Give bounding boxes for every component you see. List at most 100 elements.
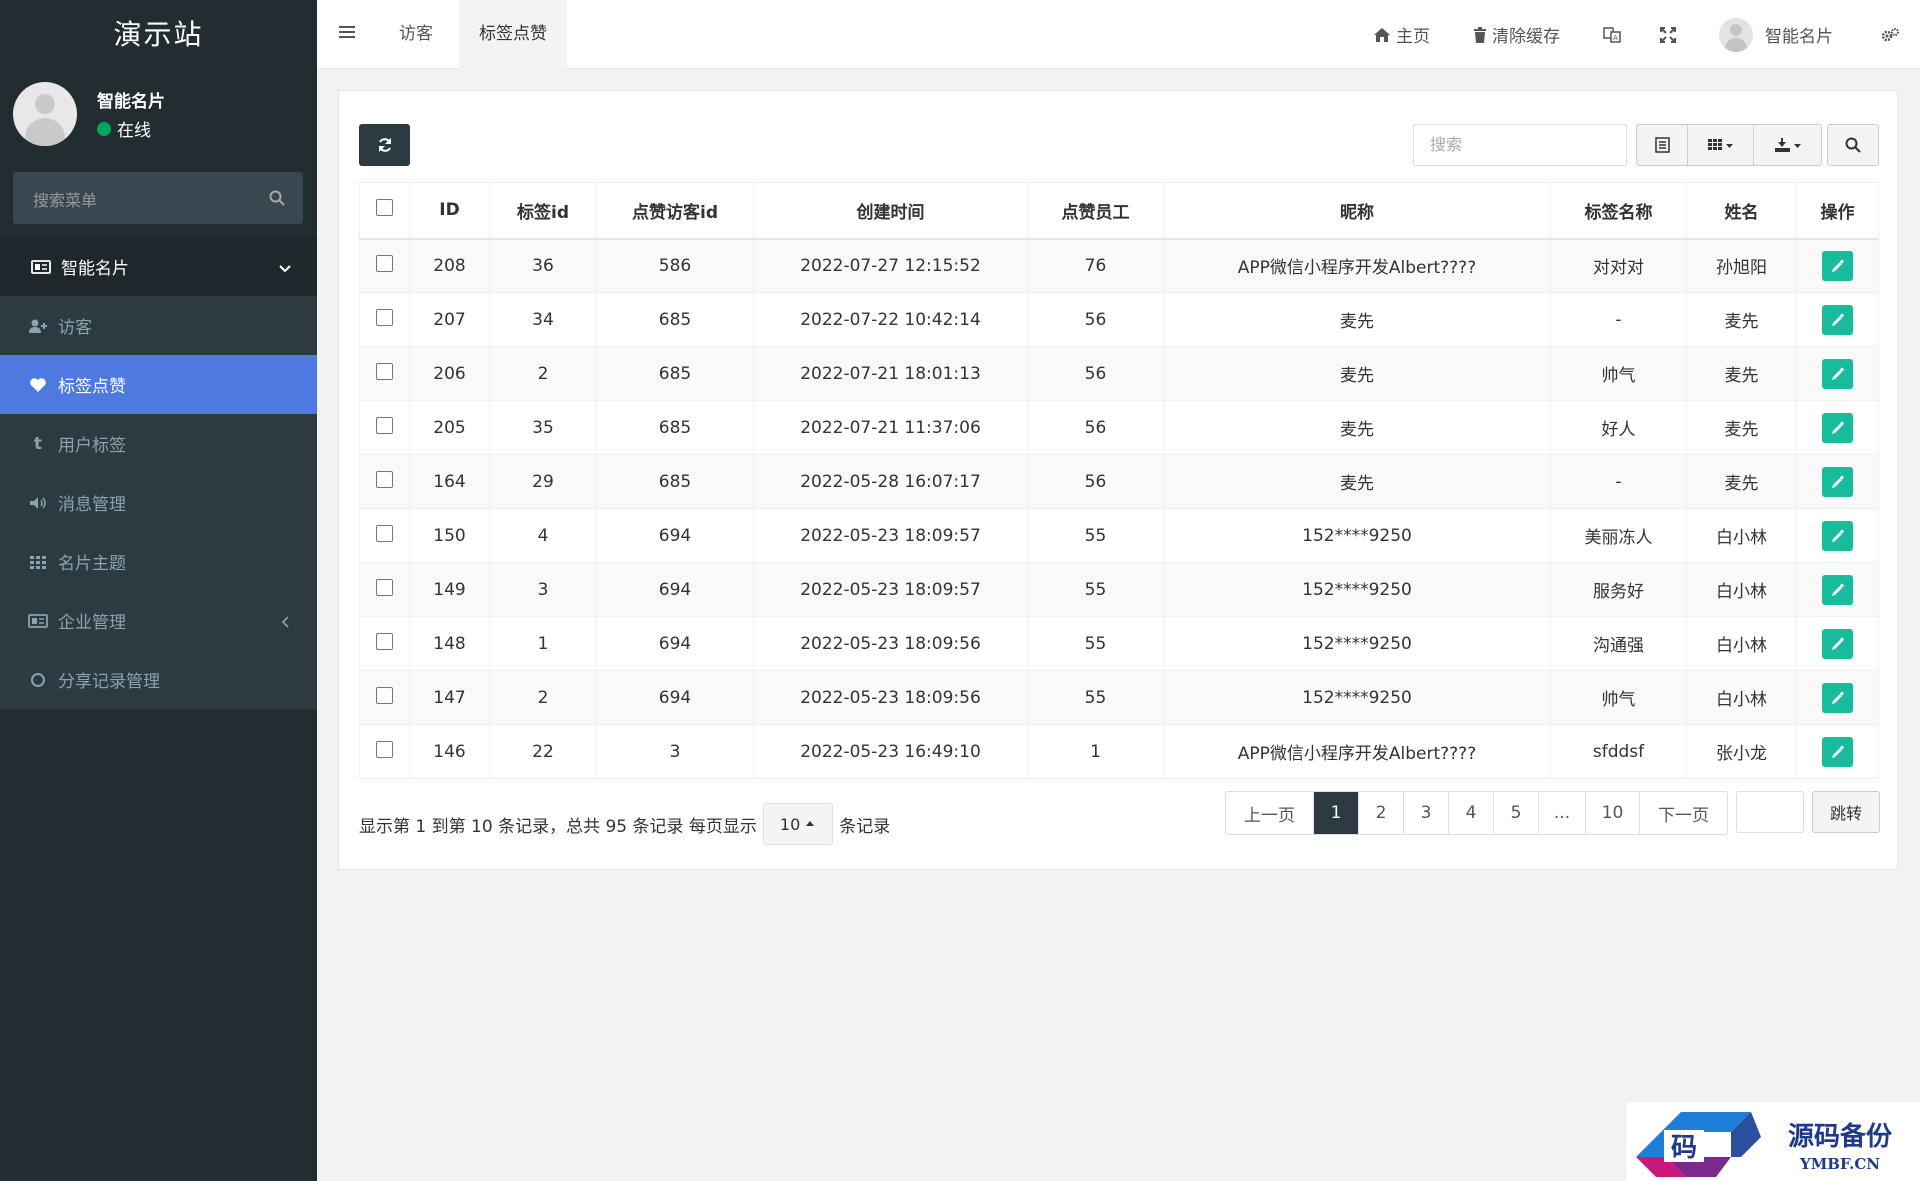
table-row[interactable]: 205 35 685 2022-07-21 11:37:06 56 麦先 好人 麦先 xyxy=(359,400,1879,455)
column-header[interactable]: 点赞访客id xyxy=(596,182,754,240)
pencil-icon xyxy=(1831,420,1844,434)
columns-button[interactable] xyxy=(1688,125,1754,165)
sidebar-item-label: 访客 xyxy=(58,318,92,338)
page-button[interactable]: 10 xyxy=(1586,792,1640,834)
table-row[interactable]: 206 2 685 2022-07-21 18:01:13 56 麦先 帅气 麦先 xyxy=(359,346,1879,401)
row-checkbox[interactable] xyxy=(376,362,393,380)
edit-button[interactable] xyxy=(1822,412,1853,443)
jump-button[interactable]: 跳转 xyxy=(1812,791,1880,833)
next-page-button[interactable]: 下一页 xyxy=(1640,792,1727,834)
menu-toggle-icon[interactable] xyxy=(339,24,355,44)
row-checkbox[interactable] xyxy=(376,254,393,272)
clear-cache-button[interactable]: 清除缓存 xyxy=(1473,0,1560,69)
column-header[interactable]: 点赞员工 xyxy=(1027,182,1164,240)
column-header[interactable]: 昵称 xyxy=(1163,182,1551,240)
user-status-text: 在线 xyxy=(117,121,151,141)
home-link[interactable]: 主页 xyxy=(1373,0,1430,69)
table-row[interactable]: 149 3 694 2022-05-23 18:09:57 55 152****9250 服… xyxy=(359,562,1879,617)
table-row[interactable]: 147 2 694 2022-05-23 18:09:56 55 152****9250 帅… xyxy=(359,670,1879,725)
export-button[interactable] xyxy=(1754,125,1821,165)
row-checkbox[interactable] xyxy=(376,632,393,650)
page-button[interactable]: 4 xyxy=(1449,792,1494,834)
sidebar-item-share-records[interactable]: 分享记录管理 xyxy=(0,650,317,709)
sidebar-item-tag-like[interactable]: 标签点赞 xyxy=(0,355,317,414)
sidebar-item-messages[interactable]: 消息管理 xyxy=(0,473,317,532)
settings-button[interactable] xyxy=(1880,0,1905,69)
sidebar-item-visitor[interactable]: 访客 xyxy=(0,296,317,355)
clear-cache-label: 清除缓存 xyxy=(1492,27,1560,47)
edit-button[interactable] xyxy=(1822,628,1853,659)
edit-button[interactable] xyxy=(1822,466,1853,497)
sidebar-item-enterprise[interactable]: 企业管理 xyxy=(0,591,317,650)
pencil-icon xyxy=(1831,582,1844,596)
pagination-suffix: 条记录 xyxy=(839,816,891,837)
row-checkbox[interactable] xyxy=(376,578,393,596)
column-header[interactable]: 标签名称 xyxy=(1550,182,1687,240)
table-cell: 147 xyxy=(409,670,490,725)
table-row[interactable]: 146 22 3 2022-05-23 16:49:10 1 APP微信小程序开发Albe… xyxy=(359,724,1879,779)
sidebar-item-smart-card[interactable]: 智能名片 xyxy=(0,237,317,296)
pencil-icon xyxy=(1831,474,1844,488)
row-checkbox[interactable] xyxy=(376,740,393,758)
edit-button[interactable] xyxy=(1822,304,1853,335)
edit-button[interactable] xyxy=(1822,520,1853,551)
edit-button[interactable] xyxy=(1822,574,1853,605)
column-header[interactable]: 标签id xyxy=(489,182,597,240)
edit-button[interactable] xyxy=(1822,736,1853,767)
edit-button[interactable] xyxy=(1822,358,1853,389)
brand-logo[interactable]: 演示站 xyxy=(0,0,317,69)
table-cell: 服务好 xyxy=(1550,562,1687,617)
table-cell: 2022-07-27 12:15:52 xyxy=(753,238,1028,293)
row-checkbox[interactable] xyxy=(376,524,393,542)
page-button[interactable]: 2 xyxy=(1359,792,1404,834)
jump-page-input[interactable] xyxy=(1736,791,1804,833)
circle-icon xyxy=(28,672,48,688)
refresh-button[interactable] xyxy=(359,124,410,166)
page-size-select[interactable]: 10 xyxy=(762,803,834,845)
export-icon xyxy=(1774,138,1801,152)
tab-tag-like[interactable]: 标签点赞 xyxy=(459,0,567,69)
column-header[interactable]: ID xyxy=(409,182,490,240)
table-cell: 麦先 xyxy=(1163,400,1551,455)
row-checkbox[interactable] xyxy=(376,308,393,326)
row-checkbox[interactable] xyxy=(376,686,393,704)
user-menu-label: 智能名片 xyxy=(1765,27,1833,47)
table-row[interactable]: 148 1 694 2022-05-23 18:09:56 55 152****9250 沟… xyxy=(359,616,1879,671)
table-search-input[interactable]: 搜索 xyxy=(1413,124,1627,166)
page-button[interactable]: 5 xyxy=(1494,792,1539,834)
table-row[interactable]: 208 36 586 2022-07-27 12:15:52 76 APP微信小程序开发A… xyxy=(359,238,1879,293)
user-menu[interactable]: 智能名片 xyxy=(1719,0,1833,69)
table-cell: 694 xyxy=(596,616,754,671)
prev-page-button[interactable]: 上一页 xyxy=(1226,792,1314,834)
table-cell: 150 xyxy=(409,508,490,563)
edit-button[interactable] xyxy=(1822,250,1853,281)
column-header: 操作 xyxy=(1796,182,1879,240)
toggle-view-button[interactable] xyxy=(1637,125,1688,165)
edit-button[interactable] xyxy=(1822,682,1853,713)
page-button[interactable]: 3 xyxy=(1404,792,1449,834)
page-button[interactable]: 1 xyxy=(1314,792,1359,834)
table-row[interactable]: 164 29 685 2022-05-28 16:07:17 56 麦先 - 麦先 xyxy=(359,454,1879,509)
avatar xyxy=(1719,17,1753,52)
translate-button[interactable]: A xyxy=(1603,0,1626,69)
row-select-cell xyxy=(359,238,410,293)
menu-search-input[interactable]: 搜索菜单 xyxy=(13,172,303,224)
search-icon[interactable] xyxy=(269,190,285,211)
tab-visitor[interactable]: 访客 xyxy=(379,0,453,69)
table-cell: 帅气 xyxy=(1550,346,1687,401)
top-navbar: 访客 标签点赞 主页 清除缓存 A 智能名片 xyxy=(317,0,1920,69)
row-checkbox[interactable] xyxy=(376,416,393,434)
table-row[interactable]: 150 4 694 2022-05-23 18:09:57 55 152****9250 美… xyxy=(359,508,1879,563)
column-header[interactable]: 姓名 xyxy=(1686,182,1797,240)
column-header[interactable]: 创建时间 xyxy=(753,182,1028,240)
table-cell: 685 xyxy=(596,454,754,509)
row-checkbox[interactable] xyxy=(376,470,393,488)
select-all-checkbox[interactable] xyxy=(376,199,393,217)
table-search-button[interactable] xyxy=(1827,124,1879,166)
fullscreen-button[interactable] xyxy=(1660,0,1681,69)
sidebar-item-card-themes[interactable]: 名片主题 xyxy=(0,532,317,591)
table-row[interactable]: 207 34 685 2022-07-22 10:42:14 56 麦先 - 麦先 xyxy=(359,292,1879,347)
sidebar-item-user-tags[interactable]: t 用户标签 xyxy=(0,414,317,473)
table-cell: 685 xyxy=(596,346,754,401)
menu-search-placeholder: 搜索菜单 xyxy=(33,191,98,210)
